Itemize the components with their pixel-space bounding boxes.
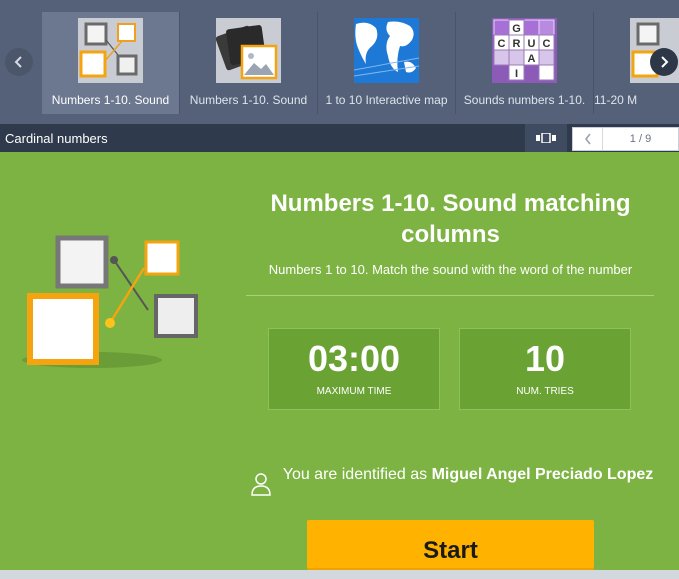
carousel-item-label: Numbers 1-10. Sound [189,93,308,107]
pager: 1 / 9 [572,127,679,151]
carousel-item[interactable]: 1 to 10 Interactive map [318,12,456,114]
stat-value: 03:00 [307,338,401,379]
carousel-item[interactable]: Numbers 1-10. Sound [42,12,180,114]
section-titlebar: Cardinal numbers 1 / 9 [0,124,679,152]
identity-prefix: You are identified as [282,466,428,483]
crossword-letter: U [528,38,536,50]
crossword-icon: G C R U C A I [492,18,557,83]
user-icon [251,473,271,496]
game-title: Numbers 1-10. Sound matching columns [270,190,631,248]
activity-carousel: Numbers 1-10. Sound Numbers 1-10. Sound [0,0,679,124]
user-identity: You are identified as Miguel Angel Preci… [280,465,656,485]
carousel-item-label: 1 to 10 Interactive map [325,93,448,107]
stat-label: NUM. TRIES [516,386,574,397]
carousel-next-button[interactable] [650,48,678,76]
game-panel: Numbers 1-10. Sound matching columns Num… [0,152,679,570]
section-title: Cardinal numbers [5,131,108,146]
carousel-item-label: 11-20 M [594,93,638,107]
user-name: Miguel Angel Preciado Lopez [431,466,654,483]
game-description: Numbers 1 to 10. Match the sound with th… [268,262,633,277]
matching-columns-icon [22,228,204,370]
start-button[interactable]: Start [307,520,594,570]
carousel-items: Numbers 1-10. Sound Numbers 1-10. Sound [42,12,679,114]
crossword-letter: R [513,38,521,50]
stat-value: 10 [524,338,566,379]
crossword-letter: A [528,53,536,65]
divider [246,295,654,296]
carousel-item[interactable]: G C R U C A I Sounds numbers 1-10. [456,12,594,114]
stat-max-time: 03:00 MAXIMUM TIME [268,328,440,410]
bottom-strip [0,570,679,579]
crossword-letter: I [515,68,518,80]
crossword-letter: C [498,38,506,50]
crossword-letter: C [543,38,551,50]
matching-icon [78,18,143,83]
world-map-icon [354,18,419,83]
stat-label: MAXIMUM TIME [316,386,392,397]
crossword-letter: G [512,23,521,35]
carousel-item[interactable]: Numbers 1-10. Sound [180,12,318,114]
chevron-left-icon [14,56,22,68]
chevron-left-icon [584,133,591,145]
pager-indicator: 1 / 9 [629,133,652,145]
carousel-prev-button[interactable] [5,48,33,76]
pager-prev-button[interactable] [573,128,603,150]
chevron-right-icon [661,56,669,68]
stat-num-tries: 10 NUM. TRIES [459,328,631,410]
grid-view-button[interactable] [525,124,567,152]
grid-view-icon [536,133,556,143]
carousel-item-label: Numbers 1-10. Sound [51,93,170,107]
image-cards-icon [216,18,281,83]
carousel-item-label: Sounds numbers 1-10. [463,93,586,107]
